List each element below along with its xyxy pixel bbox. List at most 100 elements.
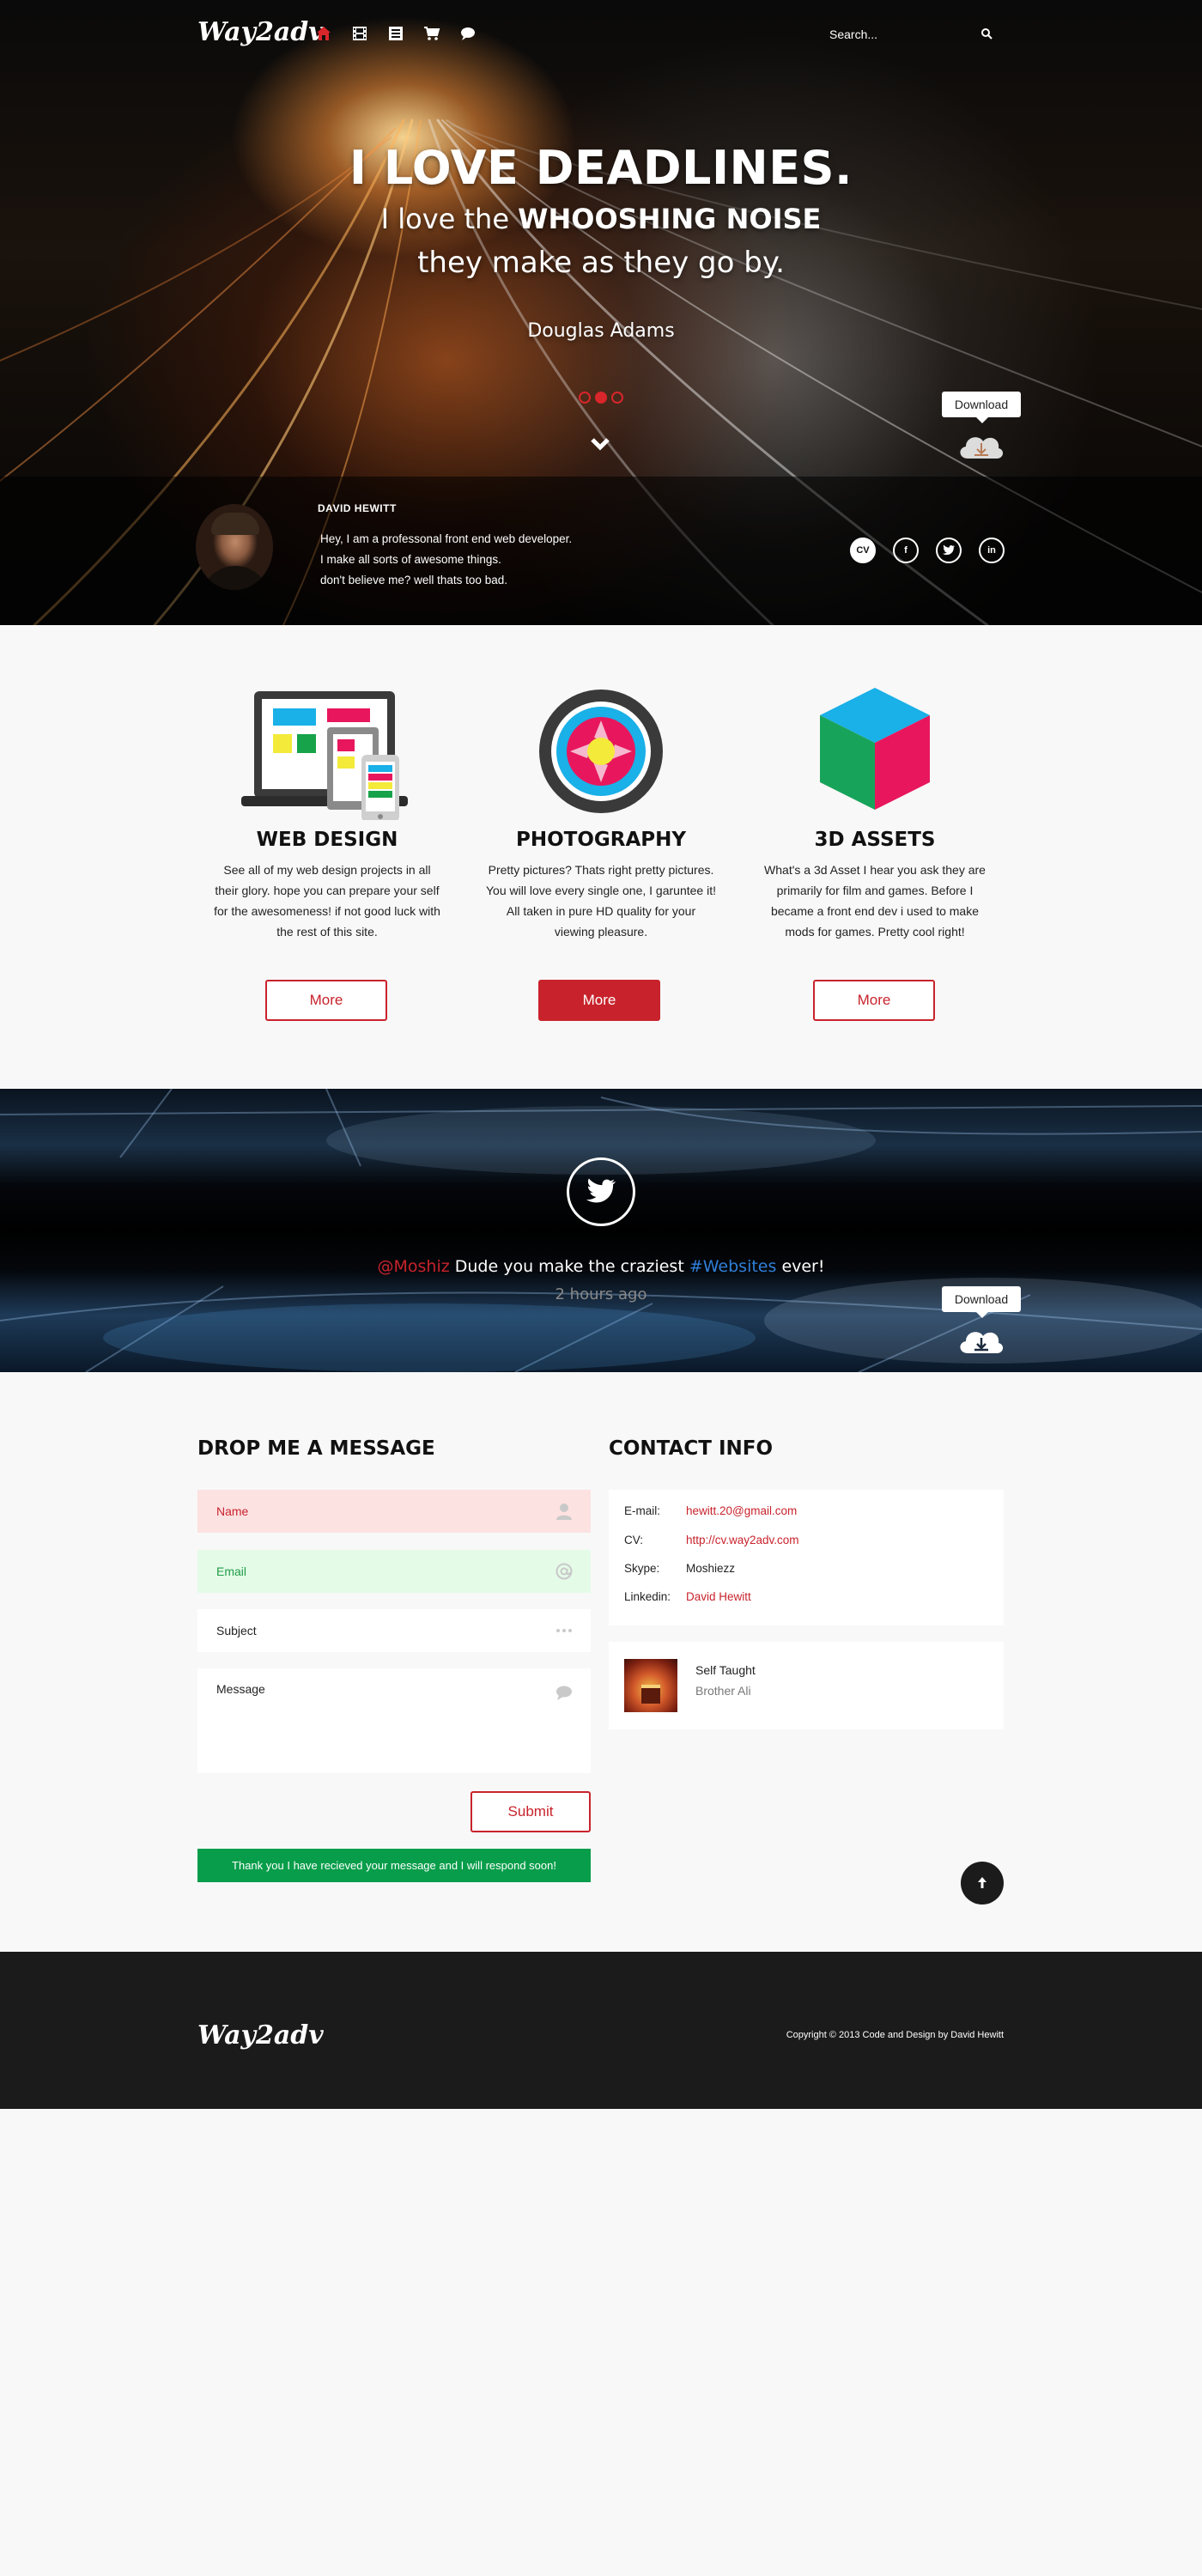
bio-line-1: Hey, I am a professonal front end web de… xyxy=(320,532,573,545)
user-icon xyxy=(555,1502,574,1521)
tweet-mention[interactable]: @Moshiz xyxy=(377,1257,449,1276)
search-input[interactable] xyxy=(816,21,1001,48)
info-label: Linkedin: xyxy=(624,1590,671,1603)
footer: Way2adv Copyright © 2013 Code and Design… xyxy=(0,1952,1202,2109)
service-web-design: WEB DESIGN See all of my web design proj… xyxy=(200,683,454,942)
cloud-download-icon[interactable] xyxy=(956,1321,1007,1358)
service-description: See all of my web design projects in all… xyxy=(214,863,440,939)
speech-bubble-icon xyxy=(555,1684,574,1703)
hero-quote-line-1: I LOVE DEADLINES. xyxy=(349,141,853,195)
email-field xyxy=(197,1550,591,1593)
cart-icon[interactable] xyxy=(422,24,441,43)
hero-quote-line-2: I love the WHOOSHING NOISE xyxy=(0,203,1202,235)
subject-input[interactable] xyxy=(197,1609,591,1652)
email-input[interactable] xyxy=(197,1550,591,1593)
contact-info-title: CONTACT INFO xyxy=(609,1437,774,1460)
hero-download: Download xyxy=(942,392,1028,464)
contact-info-box: E-mail: hewitt.20@gmail.com CV: http://cv.… xyxy=(609,1490,1004,1625)
service-description: Pretty pictures? Thats right pretty pict… xyxy=(486,863,716,939)
song-title: Self Taught xyxy=(695,1663,756,1677)
slider-dot-2[interactable] xyxy=(595,392,607,404)
cube-icon xyxy=(748,683,1002,820)
nav-icon-bar xyxy=(314,24,477,43)
chevron-down-icon[interactable] xyxy=(589,434,611,454)
service-photography: PHOTOGRAPHY Pretty pictures? Thats right… xyxy=(474,683,728,942)
twitter-icon[interactable] xyxy=(936,538,962,563)
profile-name: DAVID HEWITT xyxy=(318,502,397,514)
footer-logo[interactable]: Way2adv xyxy=(197,2020,324,2050)
camera-lens-icon xyxy=(474,683,728,820)
devices-icon xyxy=(200,683,454,822)
hero-quote-line-3: they make as they go by. xyxy=(417,246,785,280)
slider-dot-1[interactable] xyxy=(579,392,591,404)
tweet-body: Dude you make the craziest xyxy=(454,1257,684,1276)
tweet-suffix: ever! xyxy=(781,1257,825,1276)
arrow-up-icon xyxy=(978,1877,986,1888)
hero-quote-line-2-prefix: I love the xyxy=(380,203,509,235)
subject-field xyxy=(197,1609,591,1652)
info-label: Skype: xyxy=(624,1562,660,1575)
slider-dot-3[interactable] xyxy=(611,392,623,404)
info-label: E-mail: xyxy=(624,1504,661,1517)
cloud-download-icon[interactable] xyxy=(956,426,1007,464)
submit-button[interactable]: Submit xyxy=(470,1791,591,1832)
list-icon[interactable] xyxy=(386,24,405,43)
slider-dots xyxy=(579,392,623,404)
hero-section: Way2adv I LOVE DEADLINES. xyxy=(0,0,1202,625)
bio-line-2: I make all sorts of awesome things. xyxy=(320,553,501,566)
avatar xyxy=(196,504,273,590)
service-title: 3D ASSETS xyxy=(814,829,936,851)
film-icon[interactable] xyxy=(350,24,369,43)
tweet-download: Download xyxy=(942,1286,1028,1358)
hero-quote-line-2-bold: WHOOSHING NOISE xyxy=(518,203,822,235)
profile-bio: Hey, I am a professonal front end web de… xyxy=(320,529,572,591)
service-title: WEB DESIGN xyxy=(256,829,398,851)
search-icon[interactable] xyxy=(980,27,994,41)
service-title: PHOTOGRAPHY xyxy=(515,829,687,851)
social-links: CV f in xyxy=(850,538,1005,563)
facebook-icon[interactable]: f xyxy=(893,538,919,563)
top-navbar: Way2adv xyxy=(0,0,1202,69)
email-link[interactable]: hewitt.20@gmail.com xyxy=(686,1504,797,1517)
name-input[interactable] xyxy=(197,1490,591,1533)
album-cover[interactable] xyxy=(624,1659,677,1712)
photography-more-button[interactable]: More xyxy=(538,980,660,1021)
skype-value: Moshiezz xyxy=(686,1562,736,1575)
3d-assets-more-button[interactable]: More xyxy=(813,980,935,1021)
copyright-text: Copyright © 2013 Code and Design by Davi… xyxy=(786,2030,1004,2040)
info-label: CV: xyxy=(624,1534,644,1546)
cv-link[interactable]: http://cv.way2adv.com xyxy=(686,1534,799,1546)
download-tooltip-button[interactable]: Download xyxy=(942,1286,1021,1318)
ellipsis-icon xyxy=(555,1621,574,1640)
message-field xyxy=(197,1668,591,1773)
hero-quote-author: Douglas Adams xyxy=(527,320,675,342)
service-description: What's a 3d Asset I hear you ask they ar… xyxy=(764,863,986,939)
tweet-hashtag[interactable]: #Websites xyxy=(689,1257,777,1276)
contact-form-title: DROP ME A MESSAGE xyxy=(197,1437,435,1460)
info-row-email: E-mail: hewitt.20@gmail.com xyxy=(624,1504,797,1517)
success-message: Thank you I have recieved your message a… xyxy=(197,1849,591,1882)
service-3d-assets: 3D ASSETS What's a 3d Asset I hear you a… xyxy=(748,683,1002,942)
name-field xyxy=(197,1490,591,1533)
info-row-skype: Skype: Moshiezz xyxy=(624,1562,735,1575)
message-textarea[interactable] xyxy=(197,1668,591,1773)
profile-band xyxy=(0,477,1202,625)
at-sign-icon xyxy=(555,1562,574,1581)
linkedin-icon[interactable]: in xyxy=(979,538,1005,563)
info-row-linkedin: Linkedin: David Hewitt xyxy=(624,1590,751,1603)
song-artist: Brother Ali xyxy=(695,1684,751,1698)
linkedin-link[interactable]: David Hewitt xyxy=(686,1590,751,1603)
tweet-text: @Moshiz Dude you make the craziest #Webs… xyxy=(0,1257,1202,1276)
back-to-top-button[interactable] xyxy=(961,1862,1004,1905)
home-icon[interactable] xyxy=(314,24,333,43)
site-logo[interactable]: Way2adv xyxy=(197,17,324,47)
web-design-more-button[interactable]: More xyxy=(265,980,387,1021)
bio-line-3: don't believe me? well thats too bad. xyxy=(320,574,507,586)
download-tooltip-button[interactable]: Download xyxy=(942,392,1021,423)
cv-icon[interactable]: CV xyxy=(850,538,876,563)
info-row-cv: CV: http://cv.way2adv.com xyxy=(624,1534,799,1546)
chat-icon[interactable] xyxy=(458,24,477,43)
search-box xyxy=(816,21,1001,48)
twitter-bird-icon[interactable] xyxy=(567,1157,635,1226)
now-playing-box: Self Taught Brother Ali xyxy=(609,1642,1004,1729)
